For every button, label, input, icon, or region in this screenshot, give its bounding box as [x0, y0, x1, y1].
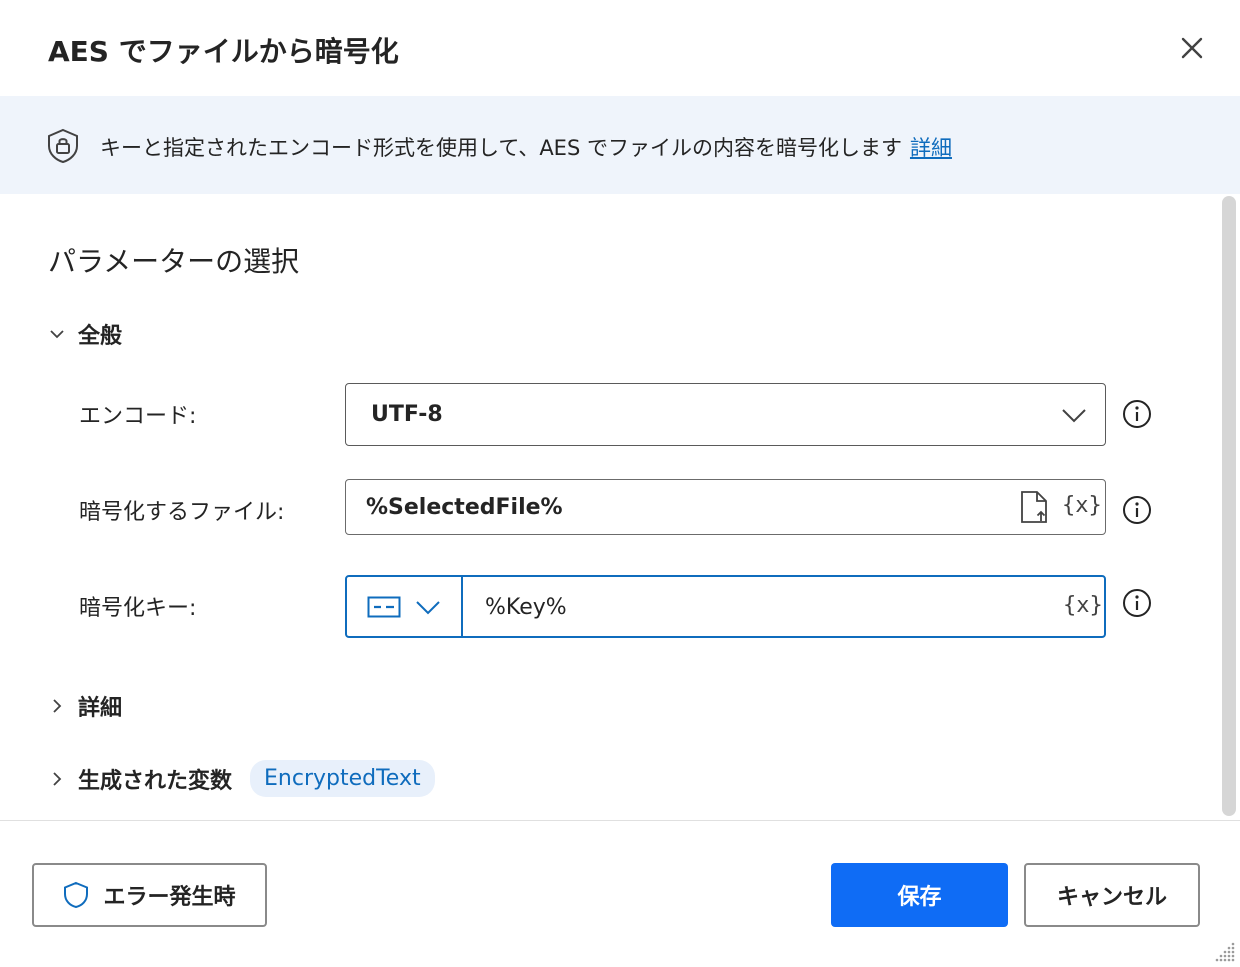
section-title: パラメーターの選択	[48, 245, 300, 278]
scrollbar[interactable]	[1222, 196, 1236, 816]
group-general-label: 全般	[78, 324, 123, 349]
dialog-title: AES でファイルから暗号化	[48, 35, 399, 68]
file-browse-icon[interactable]	[1018, 490, 1050, 524]
chevron-down-icon	[50, 330, 64, 339]
group-general-toggle[interactable]: 全般	[48, 318, 122, 350]
variable-chip[interactable]: EncryptedText	[250, 760, 435, 797]
insert-variable-button[interactable]: {x}	[1063, 593, 1103, 618]
info-icon[interactable]	[1122, 495, 1152, 525]
key-label: 暗号化キー:	[79, 596, 197, 621]
encoding-value: UTF-8	[371, 402, 443, 427]
resize-grip-icon[interactable]	[1214, 940, 1236, 962]
footer-divider	[0, 820, 1240, 821]
key-input[interactable]: %Key% {x}	[345, 575, 1106, 638]
info-icon[interactable]	[1122, 588, 1152, 618]
chevron-right-icon	[53, 699, 62, 713]
shield-lock-icon	[48, 128, 78, 164]
info-icon[interactable]	[1122, 399, 1152, 429]
encoding-dropdown[interactable]: UTF-8	[345, 383, 1106, 446]
banner-description: キーと指定されたエンコード形式を使用して、AES でファイルの内容を暗号化します	[100, 136, 902, 160]
cancel-button[interactable]: キャンセル	[1024, 863, 1200, 927]
chevron-right-icon	[53, 771, 62, 786]
chevron-down-icon	[416, 601, 440, 615]
file-input[interactable]: %SelectedFile% {x}	[345, 479, 1106, 535]
shield-icon	[64, 881, 89, 909]
key-value: %Key%	[485, 595, 567, 620]
on-error-label: エラー発生時	[103, 885, 236, 910]
group-details-label: 詳細	[78, 696, 123, 721]
group-details-toggle[interactable]: 詳細	[48, 690, 122, 722]
close-icon[interactable]	[1176, 32, 1208, 64]
key-type-selector[interactable]	[347, 577, 463, 636]
on-error-button[interactable]: エラー発生時	[32, 863, 267, 927]
group-variables-toggle[interactable]: 生成された変数 EncryptedText	[48, 760, 435, 797]
banner-text: キーと指定されたエンコード形式を使用して、AES でファイルの内容を暗号化します…	[100, 132, 952, 162]
group-variables-label: 生成された変数	[78, 768, 233, 794]
learn-more-link[interactable]: 詳細	[910, 136, 952, 160]
insert-variable-button[interactable]: {x}	[1062, 493, 1102, 518]
save-button[interactable]: 保存	[831, 863, 1008, 927]
file-label: 暗号化するファイル:	[79, 500, 285, 525]
encoding-label: エンコード:	[79, 404, 197, 429]
chevron-down-icon	[1062, 409, 1086, 423]
file-value: %SelectedFile%	[366, 495, 563, 520]
text-input-icon	[367, 596, 401, 618]
